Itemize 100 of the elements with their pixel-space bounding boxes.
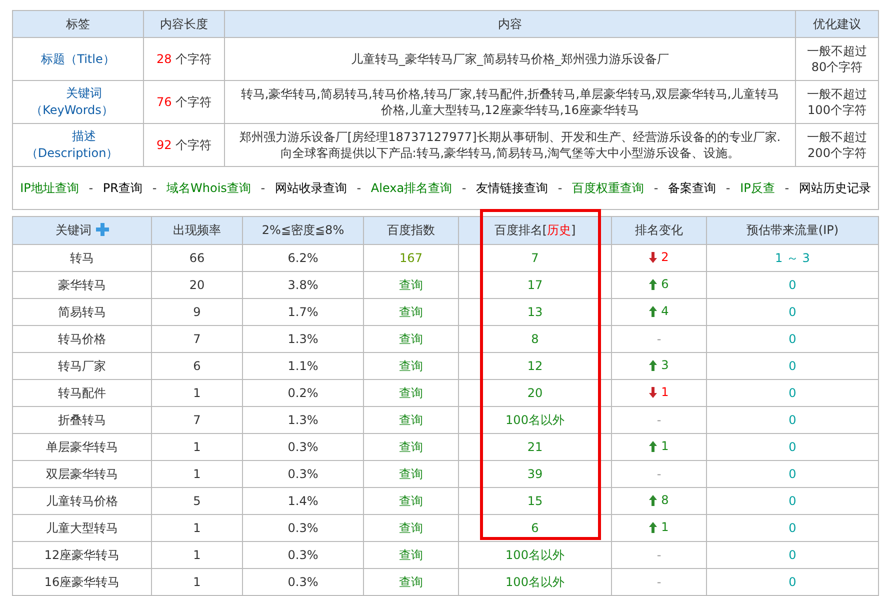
- keyword-cell: 12座豪华转马: [12, 542, 152, 568]
- traffic-cell: 0: [706, 272, 878, 298]
- unit-label: 个字符: [176, 138, 212, 152]
- frequency-cell: 20: [152, 272, 242, 298]
- query-link[interactable]: 查询: [399, 278, 423, 292]
- query-link[interactable]: 查询: [399, 304, 423, 318]
- separator: -: [356, 180, 362, 194]
- change-value: -: [656, 413, 662, 427]
- plus-icon[interactable]: [96, 223, 108, 236]
- arrow-up-icon: [649, 306, 658, 317]
- query-link[interactable]: 查询: [399, 412, 423, 426]
- rank-cell: 12: [458, 352, 612, 380]
- rank-cell: 15: [458, 488, 612, 514]
- tool-link[interactable]: 网站收录查询: [274, 180, 347, 194]
- frequency-cell: 9: [152, 298, 242, 326]
- traffic-cell: 0: [706, 380, 878, 406]
- tool-link[interactable]: IP地址查询: [20, 180, 79, 194]
- content-cell: 郑州强力游乐设备厂[房经理18737127977]长期从事研制、开发和生产、经营游乐设备的的专业厂家.向全球客商提供以下产品:转马,豪华转马,简易转马,淘气堡等大中小型游乐设备、设施。: [224, 124, 796, 166]
- tool-link[interactable]: Alexa排名查询: [370, 180, 452, 194]
- rank-cell: 100名以外: [458, 542, 612, 568]
- frequency-cell: 1: [152, 460, 242, 488]
- density-cell: 1.1%: [242, 352, 364, 380]
- frequency-cell: 7: [152, 326, 242, 352]
- traffic-cell: 0: [706, 434, 878, 460]
- frequency-cell: 66: [152, 244, 242, 272]
- tool-link[interactable]: 域名Whois查询: [166, 180, 251, 194]
- query-link[interactable]: 查询: [399, 574, 423, 588]
- query-link[interactable]: 查询: [399, 332, 423, 346]
- change-value: -: [656, 332, 662, 346]
- rank-cell: 21: [458, 434, 612, 460]
- column-header: 标签: [66, 16, 90, 30]
- change-value: 3: [661, 358, 669, 372]
- density-cell: 0.3%: [242, 542, 364, 568]
- arrow-up-icon: [649, 440, 658, 452]
- change-value: 6: [661, 277, 669, 292]
- traffic-cell: 0: [706, 514, 878, 542]
- keyword-cell: 转马价格: [12, 326, 152, 352]
- tool-link[interactable]: 备案查询: [668, 180, 716, 194]
- frequency-cell: 1: [152, 568, 242, 596]
- advice-cell: 一般不超过200个字符: [796, 124, 878, 166]
- rank-cell: 6: [458, 514, 612, 542]
- traffic-cell: 0: [706, 488, 878, 514]
- density-cell: 0.3%: [242, 568, 364, 596]
- change-value: 1: [661, 520, 669, 534]
- arrow-down-icon: [649, 386, 658, 398]
- character-count: 28: [156, 52, 172, 66]
- query-link[interactable]: 查询: [399, 358, 423, 372]
- keyword-cell: 儿童转马价格: [12, 488, 152, 514]
- rank-cell: 7: [458, 244, 612, 272]
- traffic-cell: 0: [706, 460, 878, 488]
- character-count: 76: [156, 94, 172, 108]
- traffic-cell: 0: [706, 298, 878, 326]
- keyword-cell: 16座豪华转马: [12, 568, 152, 596]
- tool-link[interactable]: PR查询: [102, 180, 142, 194]
- query-link[interactable]: 查询: [399, 520, 423, 534]
- rank-cell: 8: [458, 326, 612, 352]
- frequency-cell: 1: [152, 542, 242, 568]
- arrow-up-icon: [649, 522, 658, 533]
- keyword-cell: 单层豪华转马: [12, 434, 152, 460]
- traffic-cell: 0: [706, 326, 878, 352]
- history-link[interactable]: 历史: [547, 223, 571, 237]
- traffic-cell: 0: [706, 352, 878, 380]
- query-link[interactable]: 查询: [399, 440, 423, 454]
- density-cell: 0.3%: [242, 434, 364, 460]
- keyword-cell: 简易转马: [12, 298, 152, 326]
- density-cell: 1.3%: [242, 406, 364, 434]
- query-link[interactable]: 查询: [399, 494, 423, 508]
- column-header: 2%≦密度≦8%: [262, 223, 344, 237]
- rank-cell: 20: [458, 380, 612, 406]
- keyword-cell: 转马配件: [12, 380, 152, 406]
- row-label: 关键词（KeyWords）: [30, 86, 114, 117]
- density-cell: 3.8%: [242, 272, 364, 298]
- advice-cell: 一般不超过80个字符: [796, 38, 878, 80]
- column-header: 出现频率: [173, 223, 221, 237]
- tool-link[interactable]: IP反查: [740, 180, 775, 194]
- rank-cell: 13: [458, 298, 612, 326]
- index-value: 167: [400, 251, 422, 265]
- rank-cell: 100名以外: [458, 568, 612, 596]
- change-value: 4: [661, 304, 669, 318]
- rank-cell: 17: [458, 272, 612, 298]
- content-cell: 儿童转马_豪华转马厂家_简易转马价格_郑州强力游乐设备厂: [224, 38, 796, 80]
- keyword-cell: 双层豪华转马: [12, 460, 152, 488]
- tool-link[interactable]: 百度权重查询: [572, 180, 644, 194]
- separator: -: [88, 180, 94, 194]
- keyword-cell: 儿童大型转马: [12, 514, 152, 542]
- density-cell: 1.4%: [242, 488, 364, 514]
- frequency-cell: 6: [152, 352, 242, 380]
- tool-link[interactable]: 网站历史记录: [798, 180, 871, 194]
- separator: -: [726, 180, 730, 194]
- query-link[interactable]: 查询: [399, 386, 423, 400]
- tool-link[interactable]: 友情链接查询: [476, 180, 548, 194]
- unit-label: 个字符: [176, 94, 212, 108]
- column-header: 优化建议: [813, 16, 861, 30]
- arrow-up-icon: [649, 360, 658, 371]
- frequency-cell: 1: [152, 514, 242, 542]
- change-value: -: [656, 548, 662, 562]
- query-link[interactable]: 查询: [399, 548, 423, 562]
- query-link[interactable]: 查询: [399, 466, 423, 480]
- change-value: 1: [661, 385, 669, 400]
- separator: -: [784, 180, 790, 194]
